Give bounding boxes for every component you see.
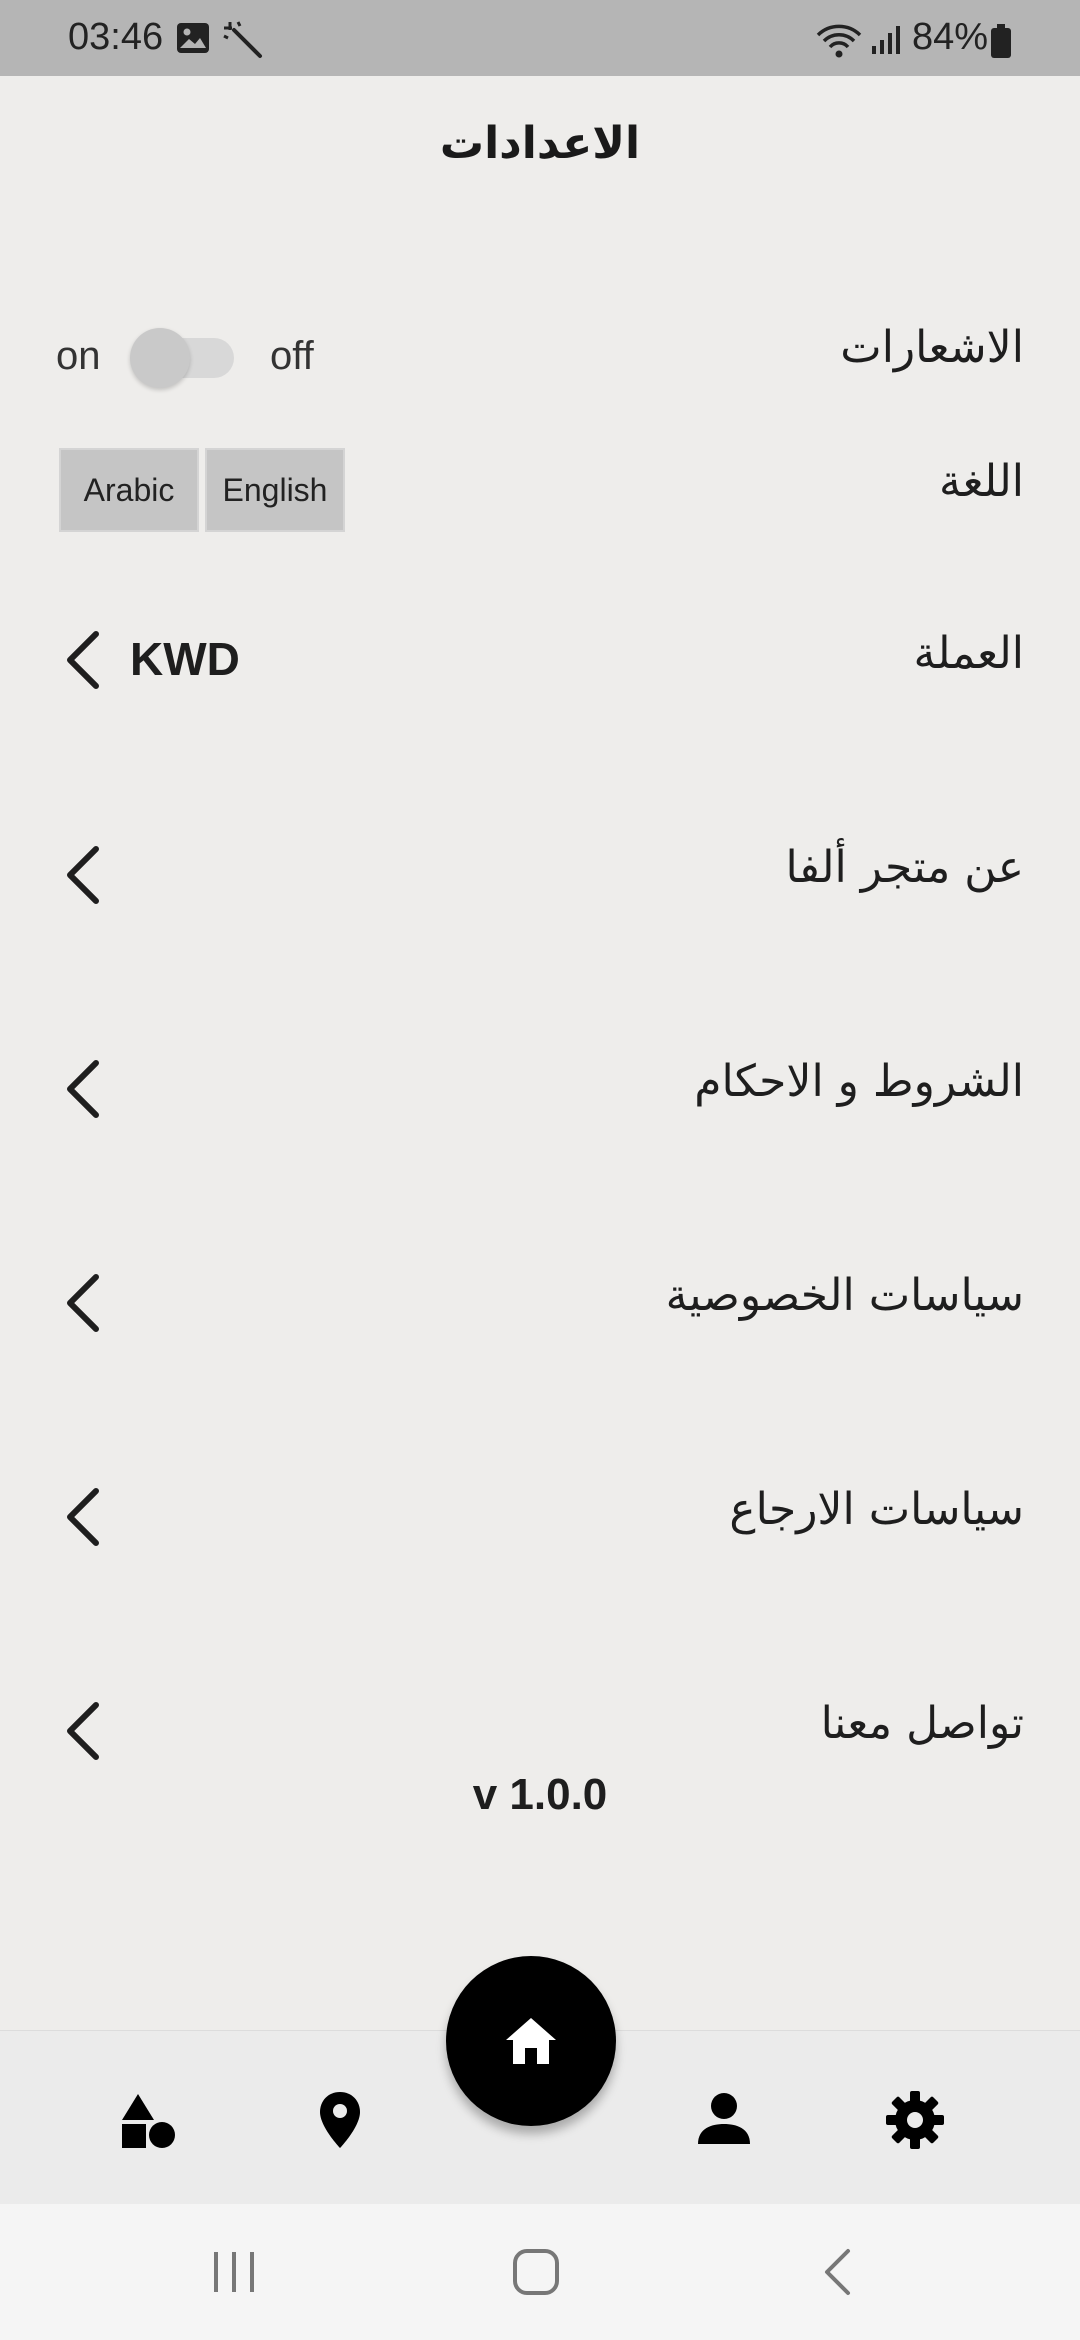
person-icon[interactable]: [696, 2090, 752, 2146]
menu-item-contact[interactable]: تواصل معنا: [821, 1698, 1024, 1749]
language-arabic-button[interactable]: Arabic: [59, 448, 199, 532]
chevron-left-icon[interactable]: [62, 1701, 102, 1761]
chevron-left-icon[interactable]: [62, 1487, 102, 1547]
toggle-thumb[interactable]: [130, 328, 190, 388]
location-pin-icon[interactable]: [318, 2090, 362, 2150]
chevron-left-icon[interactable]: [62, 845, 102, 905]
toggle-off-label: off: [270, 334, 314, 378]
battery-percentage: 84%: [912, 16, 989, 58]
status-time: 03:46: [68, 16, 164, 58]
magic-wand-icon: [223, 21, 262, 58]
home-button[interactable]: [446, 1956, 616, 2126]
system-back-icon[interactable]: [822, 2248, 852, 2296]
language-english-button[interactable]: English: [205, 448, 345, 532]
signal-icon: [872, 26, 900, 54]
page-title: الاعدادات: [439, 118, 641, 169]
currency-value[interactable]: KWD: [130, 632, 240, 686]
recent-apps-icon[interactable]: [210, 2250, 258, 2294]
home-icon: [506, 2018, 556, 2064]
chevron-left-icon[interactable]: [62, 630, 102, 690]
menu-item-about[interactable]: عن متجر ألفا: [785, 842, 1024, 893]
menu-item-privacy[interactable]: سياسات الخصوصية: [666, 1270, 1024, 1321]
app-version: v 1.0.0: [472, 1770, 608, 1819]
shapes-icon[interactable]: [118, 2090, 178, 2150]
language-label: اللغة: [938, 456, 1024, 507]
chevron-left-icon[interactable]: [62, 1273, 102, 1333]
status-bar: 03:46 84%: [0, 0, 1080, 76]
menu-item-terms[interactable]: الشروط و الاحكام: [694, 1056, 1024, 1107]
wifi-icon: [816, 24, 862, 58]
menu-item-returns[interactable]: سياسات الارجاع: [729, 1484, 1024, 1535]
chevron-left-icon[interactable]: [62, 1059, 102, 1119]
system-home-icon[interactable]: [512, 2248, 560, 2296]
toggle-on-label: on: [56, 334, 101, 378]
system-nav-bar: [0, 2204, 1080, 2340]
gear-icon[interactable]: [885, 2090, 945, 2150]
settings-screen: 03:46 84% الاعدادات الاشعارات on off الل…: [0, 0, 1080, 2340]
battery-icon: [991, 24, 1011, 58]
notifications-label: الاشعارات: [840, 322, 1024, 373]
currency-label: العملة: [913, 628, 1024, 679]
gallery-icon: [177, 23, 209, 53]
